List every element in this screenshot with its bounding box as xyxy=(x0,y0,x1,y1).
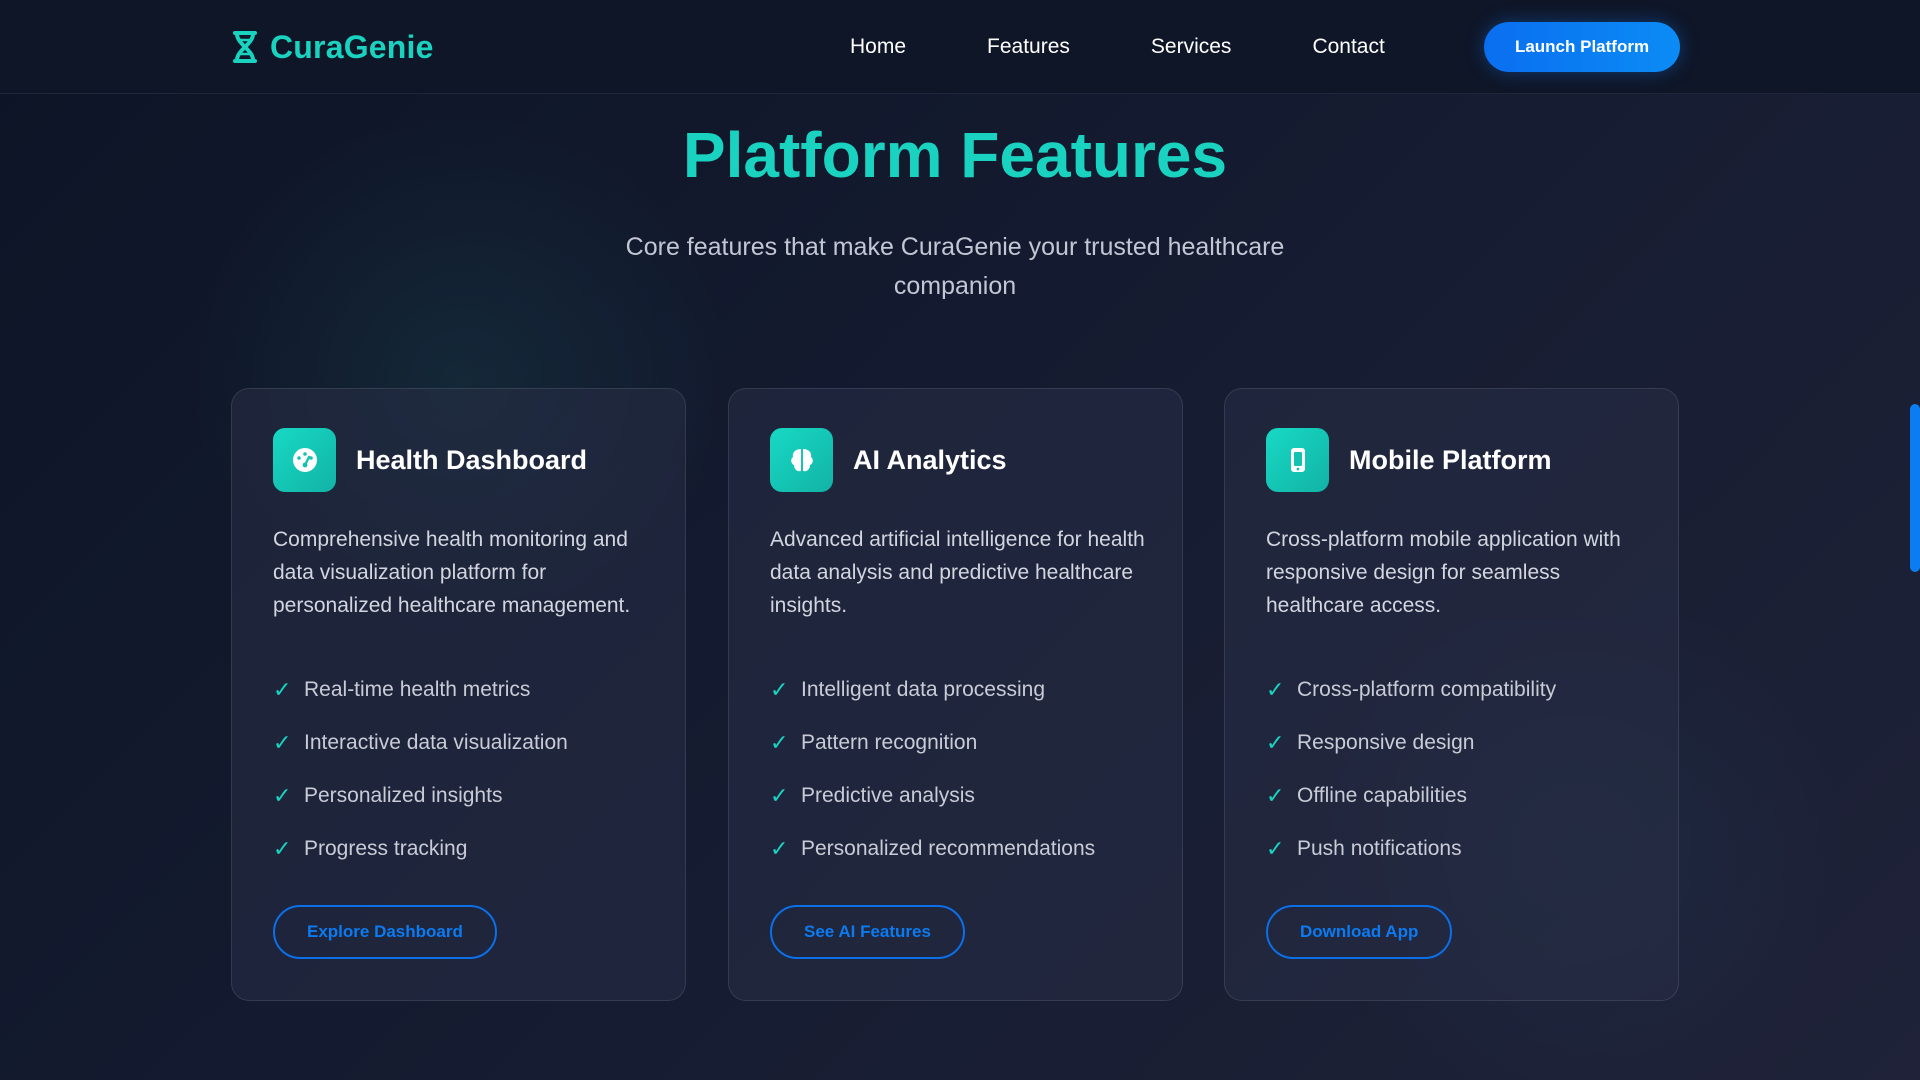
feature-item: ✓ Push notifications xyxy=(1266,822,1556,875)
card-title: Health Dashboard xyxy=(356,444,588,475)
card-description: Cross-platform mobile application with r… xyxy=(1266,528,1621,617)
feature-item: ✓ Real-time health metrics xyxy=(273,663,568,716)
mobile-icon xyxy=(1266,428,1329,492)
feature-list: ✓ Intelligent data processing ✓ Pattern re… xyxy=(770,663,1095,875)
feature-item: ✓ Predictive analysis xyxy=(770,769,1095,822)
feature-label: Responsive design xyxy=(1297,730,1475,754)
feature-item: ✓ Responsive design xyxy=(1266,716,1556,769)
feature-list: ✓ Cross-platform compatibility ✓ Responsiv… xyxy=(1266,663,1556,875)
nav-link-services[interactable]: Services xyxy=(1151,35,1232,59)
feature-item: ✓ Personalized recommendations xyxy=(770,822,1095,875)
feature-card-ai-analytics: AI Analytics Advanced artificial intelli… xyxy=(728,388,1183,1001)
feature-item: ✓ Progress tracking xyxy=(273,822,568,875)
feature-label: Progress tracking xyxy=(304,836,468,860)
card-description: Comprehensive health monitoring and data… xyxy=(273,528,631,617)
nav-link-features[interactable]: Features xyxy=(987,35,1070,59)
feature-item: ✓ Pattern recognition xyxy=(770,716,1095,769)
brain-icon xyxy=(770,428,833,492)
feature-label: Predictive analysis xyxy=(801,783,975,807)
check-icon: ✓ xyxy=(1266,835,1285,861)
feature-item: ✓ Offline capabilities xyxy=(1266,769,1556,822)
page-title: Platform Features xyxy=(682,119,1228,191)
check-icon: ✓ xyxy=(1266,729,1285,755)
feature-item: ✓ Cross-platform compatibility xyxy=(1266,663,1556,716)
check-icon: ✓ xyxy=(770,676,789,702)
top-navbar: CuraGenie Home Features Services Contact… xyxy=(0,0,1920,94)
feature-item: ✓ Interactive data visualization xyxy=(273,716,568,769)
brand-logo-link[interactable]: CuraGenie xyxy=(230,26,434,68)
feature-card-mobile-platform: Mobile Platform Cross-platform mobile ap… xyxy=(1224,388,1679,1001)
scrollbar-thumb[interactable] xyxy=(1910,404,1920,572)
card-description: Advanced artificial intelligence for hea… xyxy=(770,528,1145,617)
download-app-button[interactable]: Download App xyxy=(1266,905,1453,959)
nav-link-contact[interactable]: Contact xyxy=(1312,35,1384,59)
check-icon: ✓ xyxy=(1266,676,1285,702)
nav-links: Home Features Services Contact xyxy=(850,28,1385,66)
feature-item: ✓ Personalized insights xyxy=(273,769,568,822)
dna-icon xyxy=(233,31,257,63)
feature-label: Intelligent data processing xyxy=(801,677,1045,701)
feature-label: Pattern recognition xyxy=(801,730,978,754)
card-header: Health Dashboard xyxy=(273,428,587,492)
feature-label: Offline capabilities xyxy=(1297,783,1468,807)
check-icon: ✓ xyxy=(770,782,789,808)
page-subtitle: Core features that make CuraGenie your t… xyxy=(625,233,1285,300)
gauge-icon xyxy=(273,428,336,492)
brand-name: CuraGenie xyxy=(270,28,434,65)
card-header: Mobile Platform xyxy=(1266,428,1552,492)
check-icon: ✓ xyxy=(770,729,789,755)
feature-label: Push notifications xyxy=(1297,836,1462,860)
card-title: AI Analytics xyxy=(853,444,1007,475)
feature-label: Personalized insights xyxy=(304,783,503,807)
see-ai-features-button[interactable]: See AI Features xyxy=(770,905,965,959)
card-header: AI Analytics xyxy=(770,428,1007,492)
feature-label: Real-time health metrics xyxy=(304,677,531,701)
nav-link-home[interactable]: Home xyxy=(850,35,906,59)
check-icon: ✓ xyxy=(273,676,292,702)
feature-label: Interactive data visualization xyxy=(304,730,568,754)
check-icon: ✓ xyxy=(770,835,789,861)
card-title: Mobile Platform xyxy=(1349,444,1552,475)
check-icon: ✓ xyxy=(273,729,292,755)
feature-label: Personalized recommendations xyxy=(801,836,1096,860)
explore-dashboard-button[interactable]: Explore Dashboard xyxy=(273,905,497,959)
check-icon: ✓ xyxy=(273,835,292,861)
feature-item: ✓ Intelligent data processing xyxy=(770,663,1095,716)
feature-list: ✓ Real-time health metrics ✓ Interactive d… xyxy=(273,663,568,875)
check-icon: ✓ xyxy=(1266,782,1285,808)
feature-label: Cross-platform compatibility xyxy=(1297,677,1557,701)
launch-platform-button[interactable]: Launch Platform xyxy=(1484,22,1680,72)
check-icon: ✓ xyxy=(273,782,292,808)
feature-card-health-dashboard: Health Dashboard Comprehensive health mo… xyxy=(231,388,686,1001)
